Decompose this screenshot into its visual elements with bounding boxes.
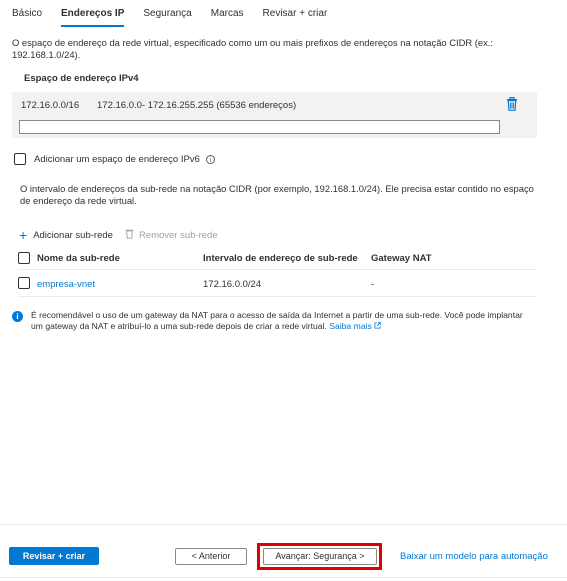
ipv6-row: Adicionar um espaço de endereço IPv6 i <box>14 153 215 165</box>
ipv4-range: 172.16.0.0- 172.16.255.255 (65536 endere… <box>97 100 297 111</box>
subnet-actions: + Adicionar sub-rede Remover sub-rede <box>19 228 218 242</box>
subnet-description: O intervalo de endereços da sub-rede na … <box>20 183 534 206</box>
learn-more-label: Saiba mais <box>329 321 372 331</box>
tab-revisar-criar[interactable]: Revisar + criar <box>263 8 328 27</box>
select-all-checkbox[interactable] <box>18 252 30 264</box>
download-template-link[interactable]: Baixar um modelo para automação <box>400 551 548 562</box>
ipv4-cidr: 172.16.0.0/16 <box>21 100 80 111</box>
info-icon[interactable]: i <box>205 154 215 164</box>
ipv4-address-input[interactable] <box>19 120 500 134</box>
table-row: empresa-vnet 172.16.0.0/24 - <box>18 272 537 297</box>
trash-icon[interactable] <box>506 97 518 111</box>
subnet-nat: - <box>371 279 375 290</box>
review-create-button[interactable]: Revisar + criar <box>9 547 99 565</box>
subnet-table-header: Nome da sub-rede Intervalo de endereço d… <box>18 249 537 270</box>
bottom-divider <box>0 577 567 578</box>
tab-seguranca[interactable]: Segurança <box>143 8 191 27</box>
trash-icon <box>125 228 134 242</box>
ipv4-address-box: 172.16.0.0/16 172.16.0.0- 172.16.255.255… <box>12 92 537 138</box>
column-header-nat: Gateway NAT <box>371 253 432 264</box>
plus-icon: + <box>19 227 28 243</box>
add-subnet-button[interactable]: + Adicionar sub-rede <box>19 227 113 243</box>
ipv6-label: Adicionar um espaço de endereço IPv6 <box>34 153 200 165</box>
nat-notice: i É recomendável o uso de um gateway da … <box>12 310 537 332</box>
column-header-name: Nome da sub-rede <box>37 253 120 264</box>
tab-enderecos-ip[interactable]: Endereços IP <box>61 8 125 27</box>
highlight-box <box>257 543 382 570</box>
subnet-range: 172.16.0.0/24 <box>203 279 262 290</box>
notice-text: É recomendável o uso de um gateway da NA… <box>31 310 537 332</box>
column-header-range: Intervalo de endereço de sub-rede <box>203 253 358 264</box>
info-icon: i <box>12 311 23 322</box>
footer-divider <box>0 524 567 525</box>
tab-marcas[interactable]: Marcas <box>211 8 244 27</box>
external-link-icon <box>374 321 381 331</box>
ipv6-checkbox[interactable] <box>14 153 26 165</box>
remove-subnet-button[interactable]: Remover sub-rede <box>125 228 218 242</box>
notice-body: É recomendável o uso de um gateway da NA… <box>31 310 523 331</box>
ipv4-header: Espaço de endereço IPv4 <box>24 73 139 84</box>
remove-subnet-label: Remover sub-rede <box>138 229 218 241</box>
tab-basico[interactable]: Básico <box>12 8 42 27</box>
previous-button[interactable]: < Anterior <box>175 548 247 565</box>
subnet-name-link[interactable]: empresa-vnet <box>37 279 95 290</box>
intro-text: O espaço de endereço da rede virtual, es… <box>12 37 493 60</box>
add-subnet-label: Adicionar sub-rede <box>33 229 113 241</box>
learn-more-link[interactable]: Saiba mais <box>329 321 381 331</box>
tab-bar: Básico Endereços IP Segurança Marcas Rev… <box>12 8 346 27</box>
row-checkbox[interactable] <box>18 277 30 289</box>
